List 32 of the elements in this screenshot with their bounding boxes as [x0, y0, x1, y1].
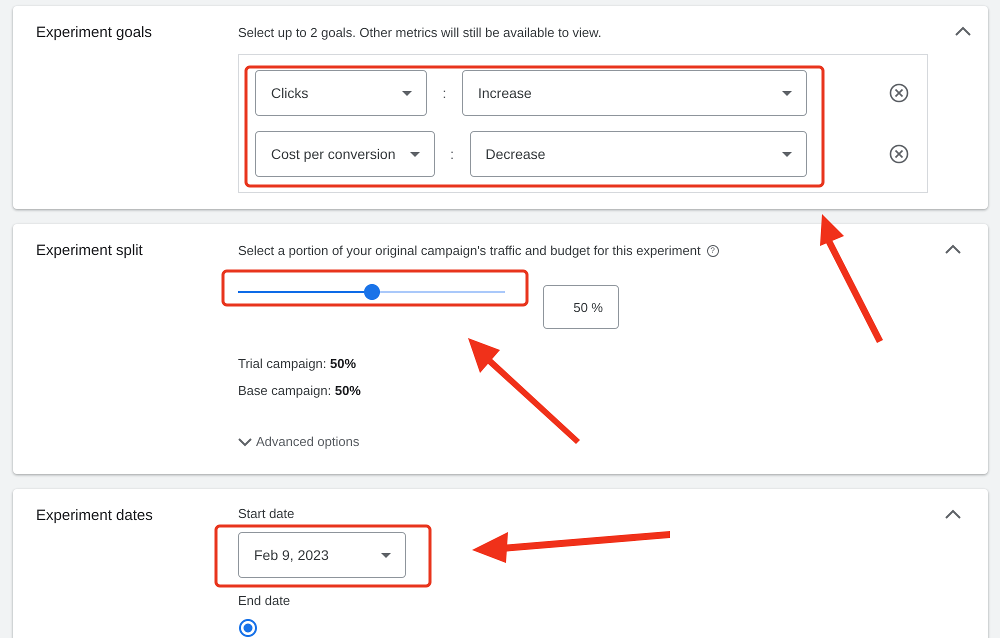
remove-icon[interactable]: [889, 144, 909, 164]
field-label: End date: [238, 592, 290, 610]
section-description: Select a portion of your original campaign's traffic and budget for this experiment: [238, 242, 701, 260]
separator: :: [449, 146, 455, 162]
section-title: Experiment split: [36, 242, 143, 260]
caret-icon: [782, 90, 792, 96]
dropdown[interactable]: Cost per conversion: [255, 131, 435, 177]
percent-field[interactable]: 50 %: [543, 285, 619, 329]
separator: :: [442, 85, 448, 101]
remove-icon[interactable]: [889, 83, 909, 103]
collapse-chevron-icon[interactable]: [955, 26, 971, 36]
caret-icon: [782, 152, 792, 156]
caret-icon: [410, 152, 420, 156]
collapse-chevron-icon[interactable]: [945, 244, 961, 254]
split-summary: Trial campaign: 50%: [238, 355, 358, 373]
caret-icon: [381, 552, 391, 558]
section-description: Select up to 2 goals. Other metrics will still be available to view.: [238, 24, 602, 42]
dropdown[interactable]: Increase: [462, 70, 807, 116]
field-label: Start date: [238, 505, 294, 523]
slider-thumb[interactable]: [364, 284, 380, 300]
split-summary: Base campaign: 50%: [238, 382, 362, 400]
dropdown[interactable]: Decrease: [470, 131, 807, 177]
dropdown[interactable]: Feb 9, 2023: [238, 532, 406, 578]
dropdown[interactable]: Clicks: [255, 70, 427, 116]
collapse-chevron-icon[interactable]: [945, 509, 961, 519]
caret-icon: [402, 90, 412, 96]
help-icon[interactable]: ?: [706, 245, 719, 257]
chevron-down-icon: [238, 438, 252, 446]
advanced-options-link[interactable]: Advanced options: [238, 433, 360, 451]
section-title: Experiment goals: [36, 24, 152, 42]
radio-button[interactable]: [238, 618, 258, 638]
section-title: Experiment dates: [36, 507, 153, 525]
